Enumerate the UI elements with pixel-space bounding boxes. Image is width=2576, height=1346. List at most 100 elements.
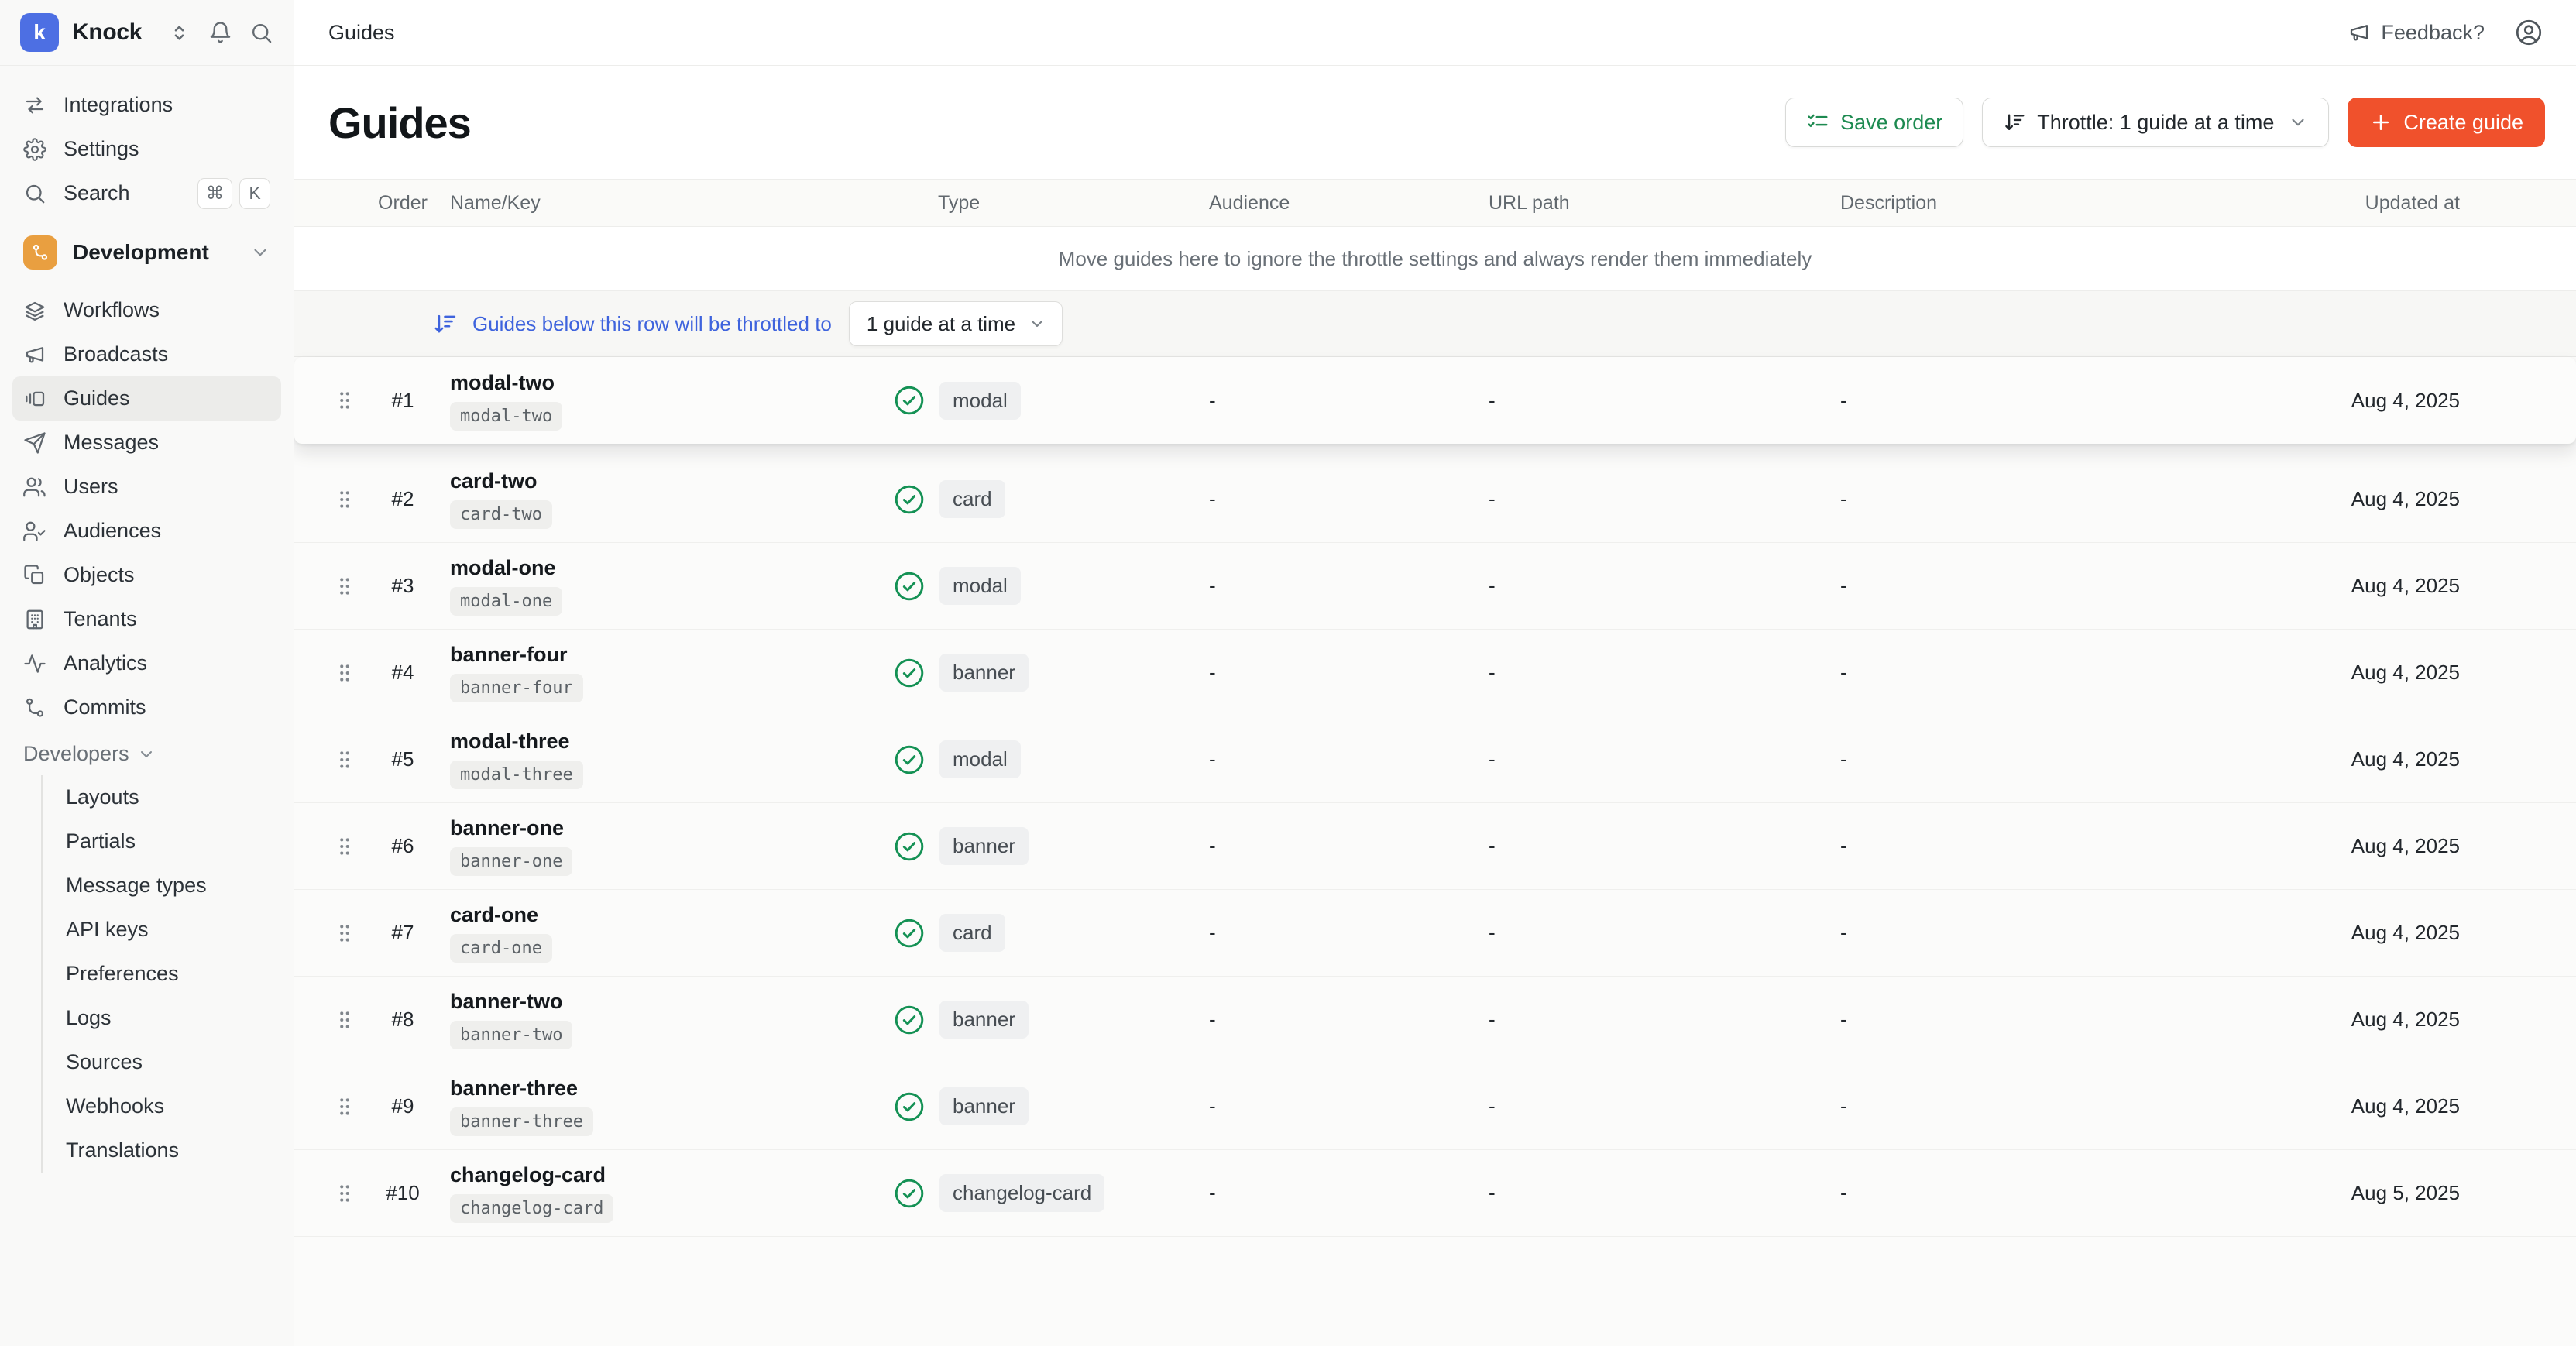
sidebar-item-commits[interactable]: Commits bbox=[12, 685, 281, 730]
drag-handle-icon[interactable] bbox=[335, 389, 355, 412]
drag-handle-icon[interactable] bbox=[335, 922, 355, 945]
guide-description: - bbox=[1805, 1094, 2246, 1118]
table-row[interactable]: #10 changelog-card changelog-card change… bbox=[294, 1150, 2576, 1237]
paper-plane-icon bbox=[23, 431, 46, 455]
sidebar-subitem-label: Translations bbox=[66, 1138, 179, 1162]
users-icon bbox=[23, 476, 46, 499]
guide-audience: - bbox=[1181, 1008, 1456, 1032]
drag-handle-icon[interactable] bbox=[335, 1095, 355, 1118]
guide-type-badge: changelog-card bbox=[939, 1174, 1104, 1212]
drag-handle-icon[interactable] bbox=[335, 1008, 355, 1032]
guide-key-badge: modal-one bbox=[450, 587, 562, 616]
status-check-icon bbox=[893, 1177, 926, 1210]
guide-name-link[interactable]: card-one bbox=[450, 903, 538, 927]
table-row[interactable]: #9 banner-three banner-three banner - - … bbox=[294, 1063, 2576, 1150]
sidebar-subitem[interactable]: Layouts bbox=[43, 775, 281, 819]
table-row[interactable]: #3 modal-one modal-one modal - - - Aug 4… bbox=[294, 543, 2576, 630]
sidebar-item-broadcasts[interactable]: Broadcasts bbox=[12, 332, 281, 376]
drag-handle-icon[interactable] bbox=[335, 835, 355, 858]
guide-description: - bbox=[1805, 1181, 2246, 1205]
sidebar-subitem[interactable]: Sources bbox=[43, 1040, 281, 1084]
guide-audience: - bbox=[1181, 487, 1456, 511]
environment-switcher[interactable]: Development bbox=[12, 228, 281, 277]
table-row[interactable]: #5 modal-three modal-three modal - - - A… bbox=[294, 716, 2576, 803]
sidebar-item-label: Analytics bbox=[64, 651, 147, 675]
drag-handle-icon[interactable] bbox=[335, 1182, 355, 1205]
guide-name-link[interactable]: banner-three bbox=[450, 1076, 578, 1100]
create-guide-button[interactable]: Create guide bbox=[2348, 98, 2545, 147]
guide-order: #7 bbox=[372, 921, 434, 945]
sidebar-subitem[interactable]: Preferences bbox=[43, 952, 281, 996]
guide-url-path: - bbox=[1456, 921, 1805, 945]
guide-order: #5 bbox=[372, 747, 434, 771]
column-description: Description bbox=[1805, 192, 2246, 215]
sidebar-subitem[interactable]: Webhooks bbox=[43, 1084, 281, 1128]
sidebar-item-search[interactable]: Search ⌘ K bbox=[12, 171, 281, 215]
guide-updated-at: Aug 4, 2025 bbox=[2351, 1008, 2576, 1032]
sidebar-item-workflows[interactable]: Workflows bbox=[12, 288, 281, 332]
guide-name-link[interactable]: modal-one bbox=[450, 556, 556, 580]
sidebar-subitem[interactable]: Partials bbox=[43, 819, 281, 864]
guide-name-link[interactable]: banner-four bbox=[450, 643, 568, 667]
column-order: Order bbox=[372, 192, 434, 215]
drag-handle-icon[interactable] bbox=[335, 488, 355, 511]
guide-name-link[interactable]: modal-two bbox=[450, 371, 555, 395]
guide-updated-at: Aug 4, 2025 bbox=[2351, 661, 2576, 685]
table-row[interactable]: #6 banner-one banner-one banner - - - Au… bbox=[294, 803, 2576, 890]
unthrottled-dropzone[interactable]: Move guides here to ignore the throttle … bbox=[294, 227, 2576, 291]
sidebar-subitem[interactable]: API keys bbox=[43, 908, 281, 952]
sidebar-item-guides[interactable]: Guides bbox=[12, 376, 281, 421]
guide-order: #6 bbox=[372, 834, 434, 858]
sidebar-item-messages[interactable]: Messages bbox=[12, 421, 281, 465]
notifications-bell-icon[interactable] bbox=[208, 21, 232, 45]
guide-name-link[interactable]: banner-two bbox=[450, 990, 563, 1014]
drag-handle-icon[interactable] bbox=[335, 575, 355, 598]
table-row[interactable]: #4 banner-four banner-four banner - - - … bbox=[294, 630, 2576, 716]
throttle-dropdown-button[interactable]: Throttle: 1 guide at a time bbox=[1982, 98, 2329, 147]
guide-order: #4 bbox=[372, 661, 434, 685]
sidebar-item-label: Workflows bbox=[64, 298, 160, 322]
guide-updated-at: Aug 4, 2025 bbox=[2351, 921, 2576, 945]
drag-handle-icon[interactable] bbox=[335, 661, 355, 685]
sidebar-subitem[interactable]: Logs bbox=[43, 996, 281, 1040]
sidebar-subitem[interactable]: Translations bbox=[43, 1128, 281, 1173]
guide-audience: - bbox=[1181, 921, 1456, 945]
sidebar-item-settings[interactable]: Settings bbox=[12, 127, 281, 171]
guide-updated-at: Aug 4, 2025 bbox=[2351, 389, 2576, 413]
sidebar-item-label: Search bbox=[64, 181, 130, 205]
sidebar-item-users[interactable]: Users bbox=[12, 465, 281, 509]
sidebar-item-audiences[interactable]: Audiences bbox=[12, 509, 281, 553]
sidebar-item-analytics[interactable]: Analytics bbox=[12, 641, 281, 685]
guide-name-link[interactable]: modal-three bbox=[450, 730, 570, 754]
user-avatar-icon[interactable] bbox=[2514, 18, 2543, 47]
sidebar-item-tenants[interactable]: Tenants bbox=[12, 597, 281, 641]
feedback-button[interactable]: Feedback? bbox=[2348, 21, 2485, 45]
throttle-inline-dropdown[interactable]: 1 guide at a time bbox=[849, 301, 1063, 346]
guide-name-link[interactable]: changelog-card bbox=[450, 1163, 606, 1187]
table-row[interactable]: #2 card-two card-two card - - - Aug 4, 2… bbox=[294, 456, 2576, 543]
environment-name: Development bbox=[73, 240, 235, 265]
guide-order: #1 bbox=[372, 389, 434, 413]
sidebar-subitem-label: Partials bbox=[66, 829, 136, 853]
account-switcher-icon[interactable] bbox=[167, 21, 191, 45]
table-row[interactable]: #8 banner-two banner-two banner - - - Au… bbox=[294, 977, 2576, 1063]
guide-name-link[interactable]: card-two bbox=[450, 469, 538, 493]
drag-handle-icon[interactable] bbox=[335, 748, 355, 771]
sidebar-item-integrations[interactable]: Integrations bbox=[12, 83, 281, 127]
save-order-button[interactable]: Save order bbox=[1785, 98, 1963, 147]
sidebar-subitem[interactable]: Message types bbox=[43, 864, 281, 908]
search-icon[interactable] bbox=[249, 21, 273, 45]
sidebar-subitem-label: Logs bbox=[66, 1006, 112, 1030]
status-check-icon bbox=[893, 483, 926, 516]
guide-name-link[interactable]: banner-one bbox=[450, 816, 564, 840]
building-icon bbox=[23, 608, 46, 631]
sidebar-section-developers[interactable]: Developers bbox=[12, 730, 281, 775]
table-row[interactable]: #1 modal-two modal-two modal - - - Aug 4… bbox=[294, 357, 2576, 444]
table-row[interactable]: #7 card-one card-one card - - - Aug 4, 2… bbox=[294, 890, 2576, 977]
sidebar-subitem-label: Message types bbox=[66, 874, 207, 898]
guide-order: #10 bbox=[372, 1181, 434, 1205]
chevron-down-icon bbox=[250, 242, 270, 263]
sidebar-item-objects[interactable]: Objects bbox=[12, 553, 281, 597]
guide-key-badge: changelog-card bbox=[450, 1194, 613, 1223]
guide-type-badge: modal bbox=[939, 382, 1021, 420]
